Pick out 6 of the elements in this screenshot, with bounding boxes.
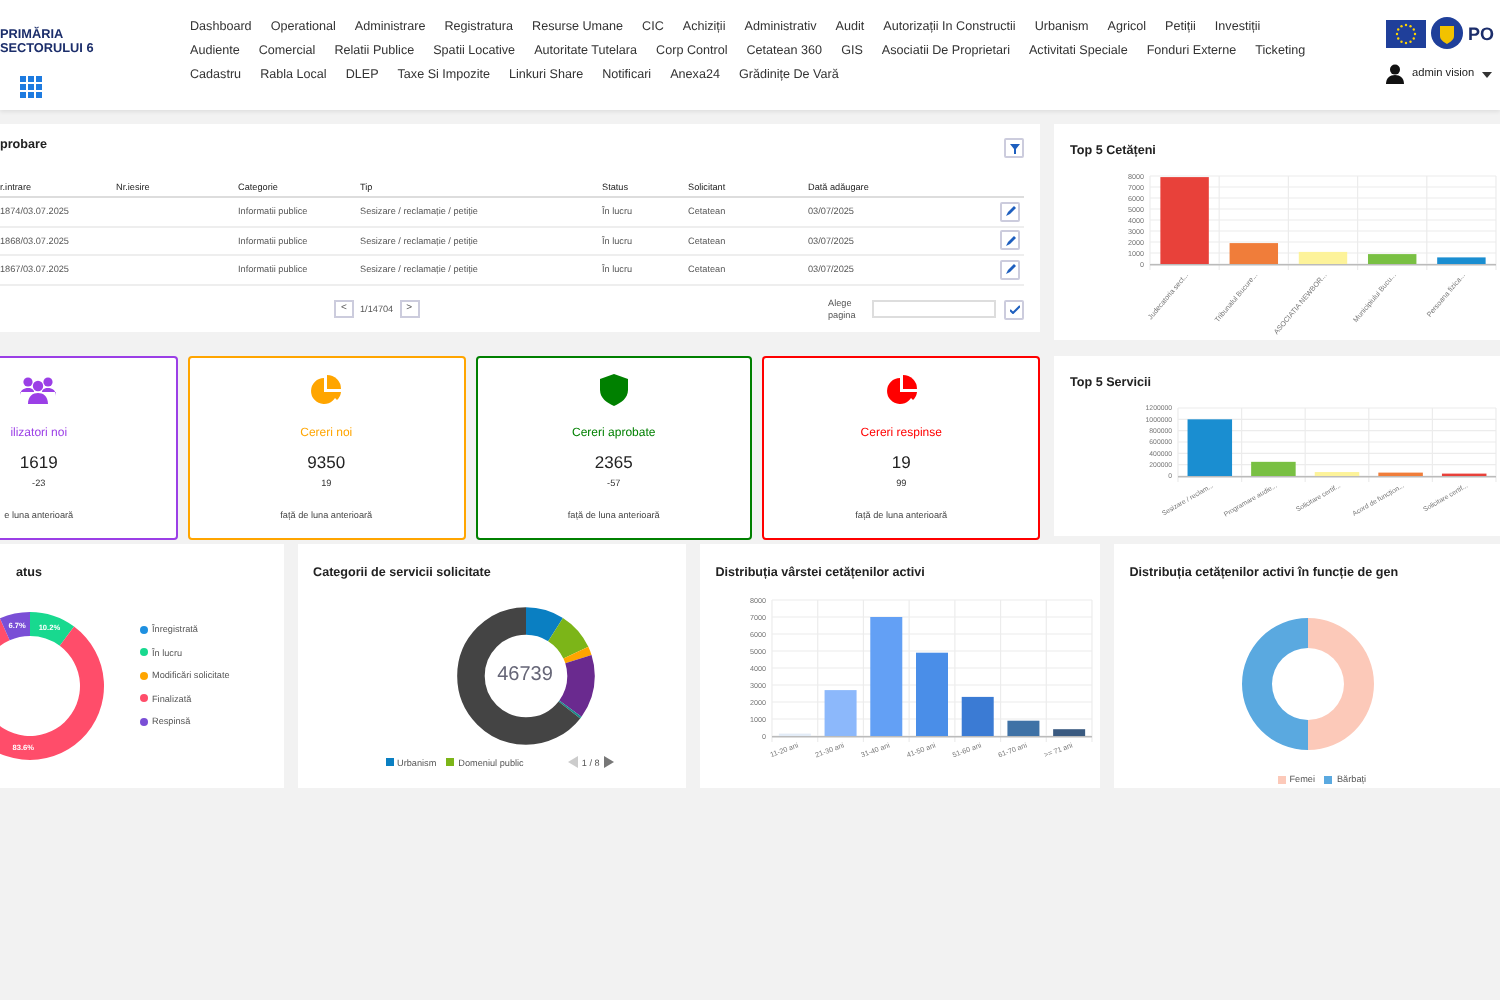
card-value: 1619 — [19, 452, 58, 472]
card-value: 19 — [891, 452, 911, 472]
donut-center-value: 46739 — [495, 664, 555, 686]
card-value: 2365 — [594, 452, 633, 472]
card-value: 9350 — [307, 452, 346, 472]
partner-logo: PO — [1468, 23, 1495, 43]
